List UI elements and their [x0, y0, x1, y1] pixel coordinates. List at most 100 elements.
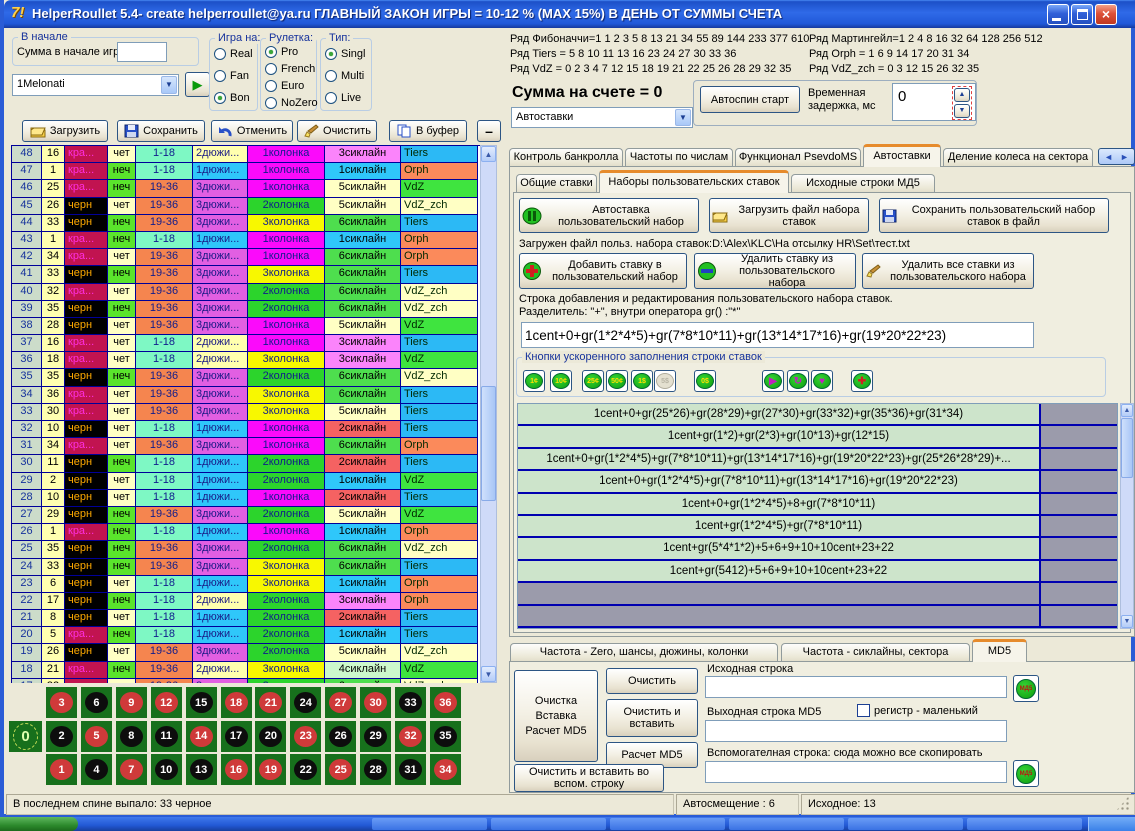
table-row[interactable]: 1926чернчет19-363дюжи...2колонка5сиклайн…	[12, 644, 480, 661]
board-cell-23[interactable]: 23	[290, 721, 321, 752]
table-row[interactable]: 218чернчет1-181дюжи...2колонка2сиклайнTi…	[12, 610, 480, 627]
table-row[interactable]: 4625кра...неч19-363дюжи...1колонка5сикла…	[12, 180, 480, 197]
scroll-up-icon[interactable]: ▲	[1121, 404, 1133, 417]
board-cell-3[interactable]: 3	[46, 687, 77, 718]
scroll-right-icon[interactable]: ►	[1120, 151, 1129, 163]
list-item[interactable]: 1cent+gr(5412)+5+6+9+10+10cent+23+22	[518, 561, 1117, 583]
spinner-down-icon[interactable]: ▼	[954, 104, 970, 118]
taskbar-button[interactable]	[610, 818, 725, 830]
tab-scroll-buttons[interactable]: ◄ ►	[1098, 148, 1135, 165]
radio-icon[interactable]	[325, 70, 337, 82]
system-tray[interactable]	[1088, 817, 1135, 831]
chip-1cent[interactable]: 1¢	[523, 370, 545, 392]
preset-combo[interactable]: 1Melonati ▼	[12, 74, 179, 96]
table-row[interactable]: 4032кра...чет19-363дюжи...2колонка6сикла…	[12, 284, 480, 301]
set-add-button[interactable]: Добавить ставку в пользовательский набор	[519, 253, 687, 289]
tab-main-4[interactable]: Автоставки	[863, 144, 941, 167]
board-cell-2[interactable]: 2	[46, 721, 77, 752]
board-cell-35[interactable]: 35	[430, 721, 461, 752]
repeat-button[interactable]: ↻	[787, 370, 809, 392]
board-cell-27[interactable]: 27	[325, 687, 356, 718]
board-cell-5[interactable]: 5	[81, 721, 112, 752]
table-row[interactable]: 236чернчет1-181дюжи...3колонка1сиклайнOr…	[12, 576, 480, 593]
tab-main-5[interactable]: Деление колеса на сектора	[943, 148, 1093, 167]
mode-combo[interactable]: Автоставки ▼	[511, 107, 693, 128]
radio-icon[interactable]	[265, 46, 277, 58]
table-row[interactable]: 4526чернчет19-363дюжи...2колонка5сиклайн…	[12, 198, 480, 215]
radio-nozero[interactable]: NoZero	[265, 97, 318, 109]
scroll-up-icon[interactable]: ▲	[481, 146, 496, 162]
table-row[interactable]: 4816кра...чет1-182дюжи...1колонка3сиклай…	[12, 146, 480, 163]
board-cell-17[interactable]: 17	[221, 721, 252, 752]
md5-clear-paste-calc-button[interactable]: Очистка Вставка Расчет MD5	[514, 670, 598, 762]
table-row[interactable]: 3535черннеч19-363дюжи...2колонка6сиклайн…	[12, 369, 480, 386]
board-cell-1[interactable]: 1	[46, 754, 77, 785]
radio-real[interactable]: Real	[214, 48, 253, 60]
close-button[interactable]: ×	[1095, 4, 1117, 25]
md5-aux-run-button[interactable]: МД5	[1013, 760, 1039, 787]
radio-pro[interactable]: Pro	[265, 46, 298, 58]
toolbar-open-folder-button[interactable]: Загрузить	[22, 120, 108, 142]
board-cell-31[interactable]: 31	[395, 754, 426, 785]
table-row[interactable]: 3210чернчет1-181дюжи...1колонка2сиклайнT…	[12, 421, 480, 438]
table-row[interactable]: 431кра...неч1-181дюжи...1колонка1сиклайн…	[12, 232, 480, 249]
board-cell-14[interactable]: 14	[186, 721, 217, 752]
bet-string-input[interactable]	[521, 322, 1034, 348]
table-row[interactable]: 2217черннеч1-182дюжи...2колонка3сиклайнO…	[12, 593, 480, 610]
chip-50cent[interactable]: 50¢	[606, 370, 628, 392]
radio-french[interactable]: French	[265, 63, 315, 75]
spinner-up-icon[interactable]: ▲	[954, 88, 970, 102]
list-item[interactable]: 1cent+0+gr(1*2*4*5)+gr(7*8*10*11)+gr(13*…	[518, 449, 1117, 471]
table-row[interactable]: 3828чернчет19-363дюжи...1колонка5сиклайн…	[12, 318, 480, 335]
table-row[interactable]: 292чернчет1-181дюжи...2колонка1сиклайнVd…	[12, 473, 480, 490]
toolbar-save-button[interactable]: Сохранить	[117, 120, 205, 142]
board-cell-7[interactable]: 7	[116, 754, 147, 785]
radio-icon[interactable]	[214, 48, 226, 60]
radio-multi[interactable]: Multi	[325, 70, 364, 82]
chip-25cent[interactable]: 25¢	[582, 370, 604, 392]
radio-fan[interactable]: Fan	[214, 70, 249, 82]
taskbar-button[interactable]	[372, 818, 487, 830]
list-item[interactable]: 1cent+gr(1*2*4*5)+gr(7*8*10*11)	[518, 516, 1117, 538]
board-cell-36[interactable]: 36	[430, 687, 461, 718]
radio-icon[interactable]	[265, 63, 277, 75]
list-item[interactable]: 1cent+0+gr(25*26)+gr(28*29)+gr(27*30)+gr…	[518, 404, 1117, 426]
run-preset-button[interactable]: ▶	[185, 72, 210, 97]
tab-main-3[interactable]: Функционал PsevdoMS	[735, 148, 861, 167]
table-row[interactable]: 3330кра...чет19-363дюжи...3колонка5сикла…	[12, 404, 480, 421]
taskbar-button[interactable]	[491, 818, 606, 830]
board-cell-12[interactable]: 12	[151, 687, 182, 718]
table-row[interactable]: 4133черннеч19-363дюжи...3колонка6сиклайн…	[12, 266, 480, 283]
autospin-start-button[interactable]: Автоспин старт	[700, 86, 800, 113]
radio-euro[interactable]: Euro	[265, 80, 304, 92]
toolbar-copy-button[interactable]: В буфер	[389, 120, 467, 142]
toolbar-undo-button[interactable]: Отменить	[211, 120, 293, 142]
md5-output-input[interactable]	[705, 720, 1007, 742]
table-row[interactable]: 1732кра...чет19-363дюжи...2колонка6сикла…	[12, 679, 480, 683]
board-cell-33[interactable]: 33	[395, 687, 426, 718]
table-row[interactable]: 1821кра...неч19-362дюжи...3колонка4сикла…	[12, 662, 480, 679]
tab-main-1[interactable]: Контроль банкролла	[509, 148, 623, 167]
board-cell-25[interactable]: 25	[325, 754, 356, 785]
md5-clear-button[interactable]: Очистить	[606, 668, 698, 694]
collapse-button[interactable]: –	[477, 120, 501, 142]
chip-10cent[interactable]: 10¢	[550, 370, 572, 392]
board-cell-29[interactable]: 29	[360, 721, 391, 752]
set-remove-button[interactable]: Удалить ставку из пользовательского набо…	[694, 253, 856, 289]
radio-live[interactable]: Live	[325, 92, 361, 104]
table-row[interactable]: 3134кра...чет19-363дюжи...1колонка6сикла…	[12, 438, 480, 455]
table-row[interactable]: 2433черннеч19-363дюжи...3колонка6сиклайн…	[12, 559, 480, 576]
board-cell-8[interactable]: 8	[116, 721, 147, 752]
radio-bon[interactable]: Bon	[214, 92, 250, 104]
tab-main-2[interactable]: Частоты по числам	[625, 148, 733, 167]
list-item[interactable]: 1cent+gr(1*2)+gr(2*3)+gr(10*13)+gr(12*15…	[518, 426, 1117, 448]
scrollbar-thumb[interactable]	[481, 386, 496, 501]
table-row[interactable]: 261кра...неч1-181дюжи...1колонка1сиклайн…	[12, 524, 480, 541]
scroll-left-icon[interactable]: ◄	[1104, 151, 1113, 163]
play-button[interactable]: ▶	[762, 370, 784, 392]
tab-bottom-1[interactable]: Частота - Zero, шансы, дюжины, колонки	[510, 643, 778, 662]
tab-bottom-3[interactable]: MD5	[972, 639, 1027, 662]
table-row[interactable]: 3436кра...чет19-363дюжи...3колонка6сикла…	[12, 387, 480, 404]
board-cell-28[interactable]: 28	[360, 754, 391, 785]
board-cell-18[interactable]: 18	[221, 687, 252, 718]
